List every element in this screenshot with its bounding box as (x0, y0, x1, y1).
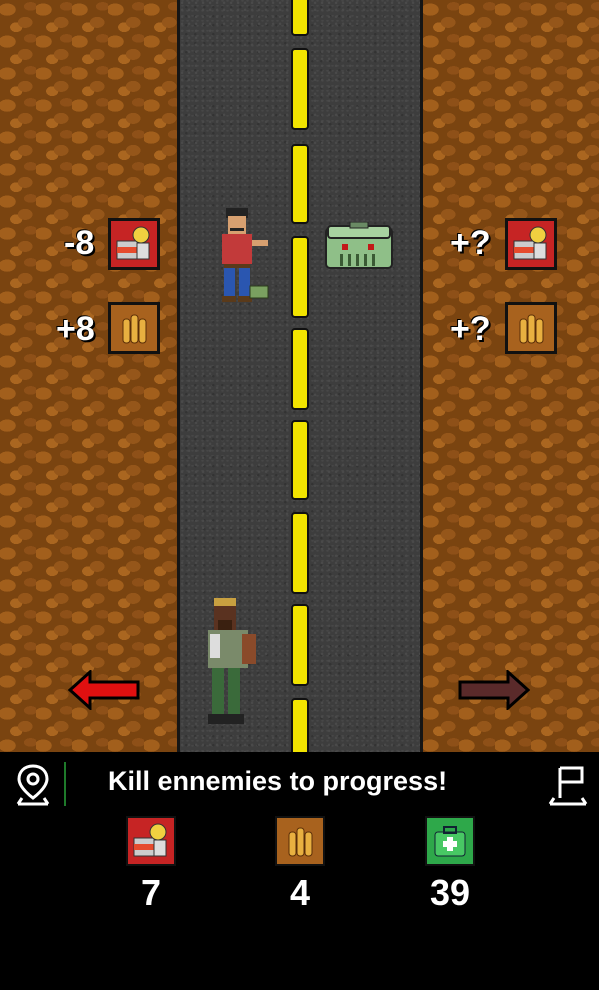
lane-marking (291, 144, 309, 224)
food-count: 7 (140, 872, 162, 913)
food-can-icon (505, 218, 557, 270)
player-character (208, 598, 256, 724)
lane-marking (291, 328, 309, 410)
map-pin-icon[interactable] (14, 762, 52, 810)
ammo-count: 4 (289, 872, 311, 913)
lane-marking (291, 512, 309, 594)
lane-marking (291, 604, 309, 686)
food-can-icon (108, 218, 160, 270)
lane-marking (291, 0, 309, 36)
flag-icon[interactable] (546, 762, 590, 810)
lane-marking (291, 48, 309, 130)
medkit-icon (425, 816, 475, 866)
bullets-icon (275, 816, 325, 866)
lane-marking (291, 420, 309, 500)
bullets-icon (505, 302, 557, 354)
lane-marking (291, 236, 309, 318)
right-ammo-delta: +? (450, 310, 491, 348)
hud-divider (64, 762, 66, 806)
medkit-count: 39 (429, 872, 471, 913)
dirt-left (0, 0, 177, 752)
hud-message: Kill ennemies to progress! (108, 766, 448, 796)
left-food-delta: -8 (64, 224, 95, 262)
left-arrow-icon[interactable] (68, 670, 140, 710)
lane-marking (291, 698, 309, 758)
right-arrow-icon[interactable] (458, 670, 530, 710)
npc-character[interactable] (214, 206, 274, 310)
zombie-chest-icon[interactable] (324, 222, 394, 270)
bullets-icon (108, 302, 160, 354)
dirt-right (423, 0, 599, 752)
food-can-icon (126, 816, 176, 866)
left-ammo-delta: +8 (56, 310, 95, 348)
right-food-delta: +? (450, 224, 491, 262)
